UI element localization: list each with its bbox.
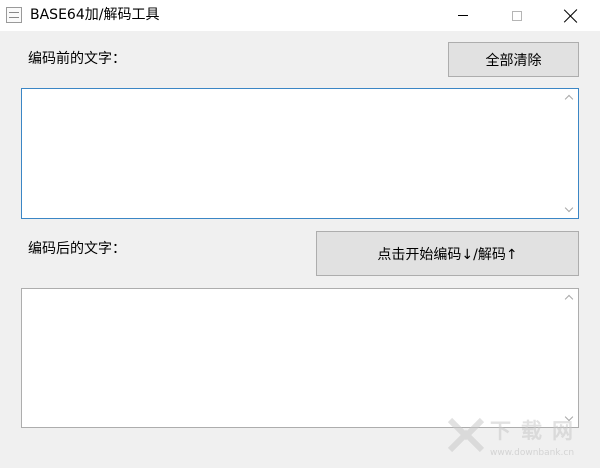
input-textbox[interactable] — [21, 88, 579, 219]
scroll-up-icon[interactable] — [565, 293, 574, 302]
watermark-title: 下载网 — [490, 419, 583, 443]
input-label: 编码前的文字： — [28, 51, 126, 67]
scroll-down-icon[interactable] — [565, 205, 574, 214]
maximize-icon — [512, 10, 522, 21]
scroll-up-icon[interactable] — [565, 93, 574, 102]
encode-decode-button[interactable]: 点击开始编码↓/解码↑ — [316, 231, 579, 276]
output-textbox[interactable] — [21, 288, 579, 428]
close-icon — [564, 9, 578, 23]
input-textarea[interactable] — [22, 89, 560, 218]
output-scrollbar[interactable] — [561, 289, 578, 427]
watermark-logo-icon — [447, 417, 485, 453]
output-textarea[interactable] — [22, 289, 560, 427]
close-button[interactable] — [548, 0, 594, 31]
watermark-url: www.downbank.cn — [490, 448, 575, 458]
minimize-button[interactable] — [440, 0, 486, 31]
output-label: 编码后的文字： — [28, 241, 126, 257]
minimize-icon — [458, 15, 468, 16]
app-icon — [6, 7, 22, 23]
clear-all-button[interactable]: 全部清除 — [448, 42, 579, 77]
watermark: 下载网 www.downbank.cn — [446, 416, 596, 466]
window-title: BASE64加/解码工具 — [30, 7, 160, 23]
input-scrollbar[interactable] — [561, 89, 578, 218]
title-bar[interactable]: BASE64加/解码工具 — [0, 0, 600, 31]
maximize-button[interactable] — [494, 0, 540, 31]
